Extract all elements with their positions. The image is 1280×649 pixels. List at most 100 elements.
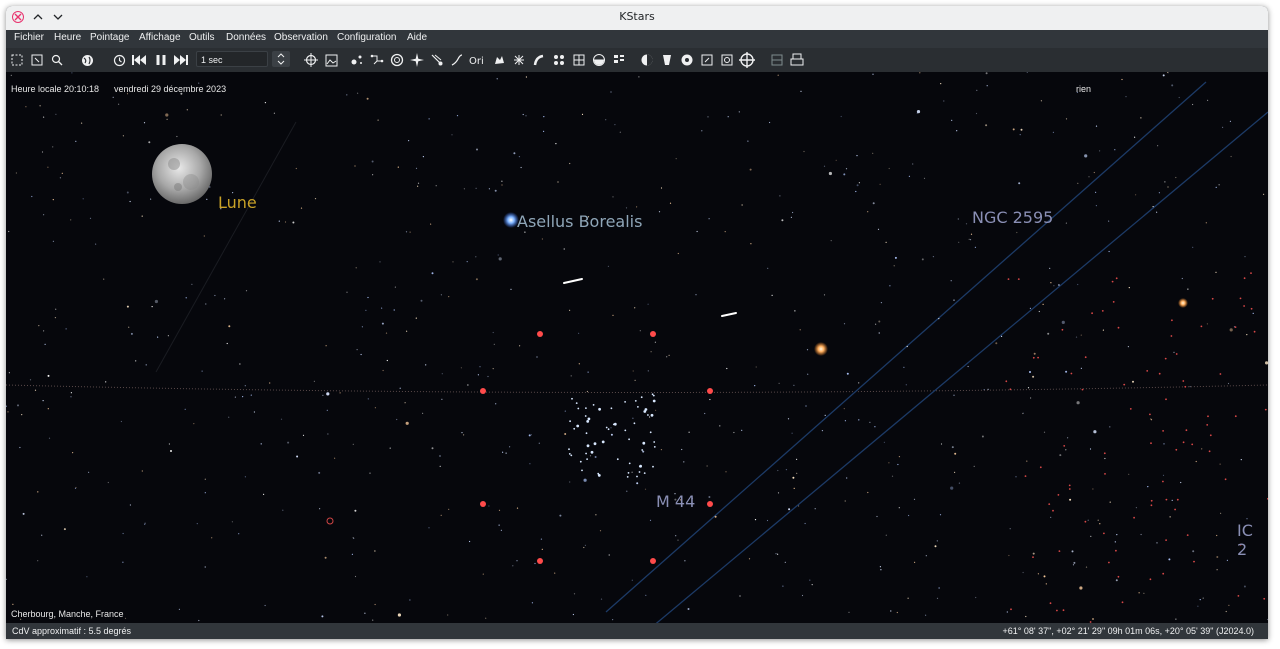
star [1206,323,1208,325]
menu-aide[interactable]: Aide [407,32,427,43]
moon[interactable] [152,144,212,204]
search-icon[interactable] [48,51,66,69]
galaxy-icon[interactable] [490,51,508,69]
supernova-icon[interactable] [510,51,528,69]
menu-configuration[interactable]: Configuration [337,32,396,43]
menu-outils[interactable]: Outils [189,32,215,43]
comet-b[interactable] [721,312,737,317]
deep-sky-dot [1207,415,1209,418]
menu-donnees[interactable]: Données [226,32,266,43]
deep-sky-dot [1062,609,1065,612]
fov-icon[interactable] [698,51,716,69]
target-icon[interactable] [718,51,736,69]
sky-canvas[interactable] [6,72,1268,623]
star [1157,145,1159,147]
star [41,534,43,536]
star [374,603,376,606]
constellation-lines-icon[interactable] [368,51,386,69]
star [975,112,978,115]
ground-icon[interactable] [570,51,588,69]
menu-fichier[interactable]: Fichier [14,32,44,43]
star [1226,559,1228,561]
star [1104,457,1106,460]
skip-back-icon[interactable] [130,51,148,69]
star [129,504,131,506]
zoom-fit-icon[interactable] [28,51,46,69]
globe-icon[interactable] [78,51,96,69]
eye-icon[interactable] [658,51,676,69]
star [1027,387,1030,389]
time-step-spinner[interactable] [272,51,290,67]
time-step-field[interactable]: 1 sec [196,51,268,67]
mosaic-icon[interactable] [738,51,756,69]
stars-icon[interactable] [348,51,366,69]
star-icon[interactable] [408,51,426,69]
observing-list-icon[interactable] [678,51,696,69]
telescope-icon[interactable] [638,51,656,69]
star [520,166,522,169]
star [440,514,442,516]
moon-phase-icon[interactable] [610,51,628,69]
star [638,76,640,78]
messier-label[interactable]: M 44 [656,492,695,511]
milky-way-icon[interactable] [530,51,548,69]
cluster-star [593,442,597,446]
star [405,421,409,425]
star [893,265,895,267]
cluster-star [607,428,610,431]
moon-label[interactable]: Lune [218,193,257,212]
star [524,231,526,233]
print-icon[interactable] [788,51,806,69]
zoom-box-icon[interactable] [8,51,26,69]
clock-icon[interactable] [110,51,128,69]
star-label[interactable]: Asellus Borealis [517,212,642,231]
star [463,434,465,436]
comet-icon[interactable] [428,51,446,69]
menu-pointage[interactable]: Pointage [90,32,129,43]
star [231,521,233,523]
crosshair-target-icon[interactable] [302,51,320,69]
asteroid-icon[interactable] [448,51,466,69]
star [634,307,636,309]
constellation-names-icon[interactable]: Ori [468,51,486,69]
hips-icon[interactable] [768,51,786,69]
menu-observation[interactable]: Observation [274,32,328,43]
star [791,432,793,434]
star [1115,579,1118,582]
star [778,382,780,384]
nebula-icon[interactable] [388,51,406,69]
star [479,366,481,368]
deep-sky-dot [1017,278,1020,280]
star [1202,597,1204,599]
star [70,392,72,394]
comet-a[interactable] [563,278,583,284]
star [1171,499,1173,501]
star [564,433,567,435]
skip-forward-icon[interactable] [172,51,190,69]
star [75,140,77,142]
grid-icon[interactable] [590,51,608,69]
star [1135,507,1137,509]
ic-label[interactable]: IC 2 [1237,521,1268,559]
ngc-label[interactable]: NGC 2595 [972,208,1053,227]
image-icon[interactable] [322,51,340,69]
star [1158,192,1160,194]
deep-sky-dot [1121,601,1124,604]
star [185,297,187,299]
pause-icon[interactable] [152,51,170,69]
orange-star[interactable] [814,342,828,356]
menu-heure[interactable]: Heure [54,32,81,43]
star [704,412,706,415]
sky-map[interactable]: Heure locale 20:10:18 vendredi 29 décemb… [6,72,1268,623]
star [938,587,940,589]
star [714,515,717,518]
star [496,78,498,80]
menu-affichage[interactable]: Affichage [139,32,181,43]
star [954,452,957,455]
star [645,594,647,597]
star [583,546,585,549]
star [141,215,143,217]
horizon-icon[interactable] [550,51,568,69]
deep-sky-dot [1224,478,1227,481]
star [569,162,571,165]
